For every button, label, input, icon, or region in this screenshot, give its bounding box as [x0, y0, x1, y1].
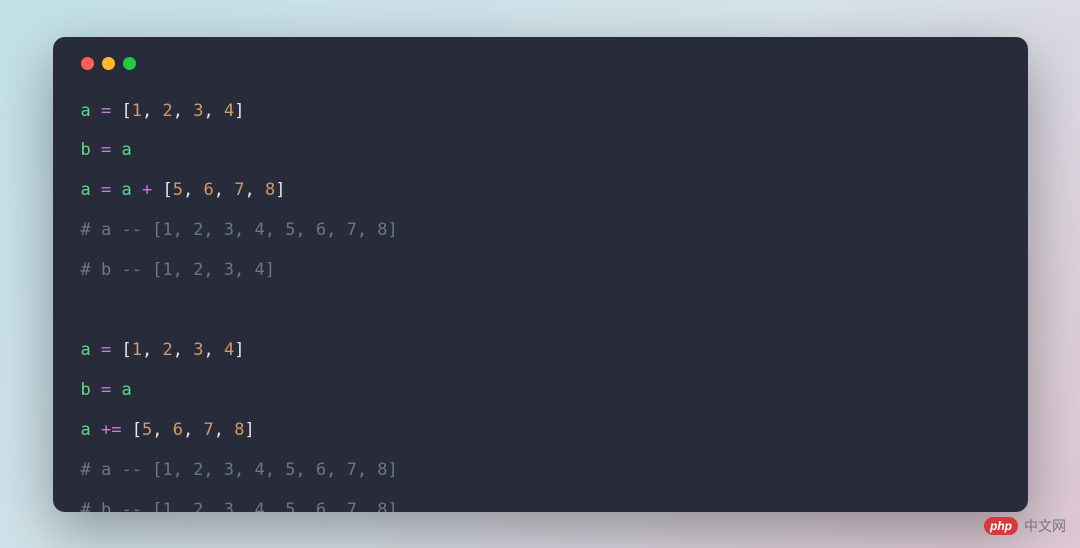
code-window: a = [1, 2, 3, 4]b = aa = a + [5, 6, 7, 8… [53, 37, 1028, 512]
code-line: # a -- [1, 2, 3, 4, 5, 6, 7, 8] [81, 451, 1000, 491]
token-comment: # a -- [1, 2, 3, 4, 5, 6, 7, 8] [81, 220, 398, 240]
token-var: a [122, 180, 132, 200]
token-punct: , [173, 101, 193, 121]
token-punct: [ [163, 180, 173, 200]
code-line: # b -- [1, 2, 3, 4] [81, 251, 1000, 291]
code-line: # a -- [1, 2, 3, 4, 5, 6, 7, 8] [81, 211, 1000, 251]
code-line: a = a + [5, 6, 7, 8] [81, 171, 1000, 211]
code-line: b = a [81, 131, 1000, 171]
token-space [91, 101, 101, 121]
token-punct: , [244, 180, 264, 200]
token-num: 7 [234, 180, 244, 200]
token-var: b [81, 140, 91, 160]
token-num: 8 [265, 180, 275, 200]
token-space [91, 340, 101, 360]
token-var: a [122, 140, 132, 160]
code-content: a = [1, 2, 3, 4]b = aa = a + [5, 6, 7, 8… [81, 92, 1000, 512]
token-var: a [81, 340, 91, 360]
token-space [91, 180, 101, 200]
token-op: + [142, 180, 152, 200]
token-comment: # b -- [1, 2, 3, 4, 5, 6, 7, 8] [81, 500, 398, 512]
token-op: = [101, 180, 111, 200]
token-comment: # a -- [1, 2, 3, 4, 5, 6, 7, 8] [81, 460, 398, 480]
minimize-icon[interactable] [102, 57, 115, 70]
token-var: a [81, 101, 91, 121]
token-punct: ] [244, 420, 254, 440]
code-line: a += [5, 6, 7, 8] [81, 411, 1000, 451]
token-punct: , [173, 340, 193, 360]
code-line: # b -- [1, 2, 3, 4, 5, 6, 7, 8] [81, 491, 1000, 512]
token-space [121, 420, 131, 440]
token-var: a [122, 380, 132, 400]
token-num: 1 [132, 101, 142, 121]
token-op: = [101, 140, 111, 160]
token-space [111, 380, 121, 400]
token-punct: , [214, 420, 234, 440]
token-space [132, 180, 142, 200]
token-num: 5 [142, 420, 152, 440]
token-num: 1 [132, 340, 142, 360]
token-space [111, 340, 121, 360]
token-num: 2 [162, 101, 172, 121]
token-num: 2 [162, 340, 172, 360]
close-icon[interactable] [81, 57, 94, 70]
code-line: b = a [81, 371, 1000, 411]
token-num: 4 [224, 101, 234, 121]
token-space [111, 180, 121, 200]
token-op: = [101, 380, 111, 400]
token-num: 4 [224, 340, 234, 360]
token-space [111, 140, 121, 160]
token-space [91, 380, 101, 400]
token-space [152, 180, 162, 200]
token-var: a [81, 180, 91, 200]
token-punct: , [152, 420, 172, 440]
token-num: 6 [173, 420, 183, 440]
token-punct: , [203, 101, 223, 121]
token-comment: # b -- [1, 2, 3, 4] [81, 260, 275, 280]
token-var: a [81, 420, 91, 440]
token-punct: , [183, 180, 203, 200]
window-controls [81, 57, 1000, 70]
token-punct: , [214, 180, 234, 200]
watermark: php 中文网 [984, 516, 1066, 536]
watermark-badge: php [984, 517, 1018, 535]
token-space [111, 101, 121, 121]
token-punct: ] [275, 180, 285, 200]
token-space [91, 140, 101, 160]
token-num: 5 [173, 180, 183, 200]
token-punct: ] [234, 340, 244, 360]
token-punct: , [142, 340, 162, 360]
token-num: 7 [203, 420, 213, 440]
token-punct: [ [122, 340, 132, 360]
maximize-icon[interactable] [123, 57, 136, 70]
watermark-text: 中文网 [1024, 516, 1066, 536]
token-var: b [81, 380, 91, 400]
token-op: = [101, 101, 111, 121]
token-punct: [ [132, 420, 142, 440]
token-num: 3 [193, 101, 203, 121]
token-punct: , [142, 101, 162, 121]
token-op: += [101, 420, 121, 440]
token-space [91, 420, 101, 440]
code-line: a = [1, 2, 3, 4] [81, 331, 1000, 371]
token-punct: , [183, 420, 203, 440]
token-num: 8 [234, 420, 244, 440]
token-num: 6 [203, 180, 213, 200]
token-punct: , [203, 340, 223, 360]
token-punct: ] [234, 101, 244, 121]
code-line [81, 291, 1000, 331]
token-punct: [ [122, 101, 132, 121]
code-line: a = [1, 2, 3, 4] [81, 92, 1000, 132]
token-op: = [101, 340, 111, 360]
token-num: 3 [193, 340, 203, 360]
